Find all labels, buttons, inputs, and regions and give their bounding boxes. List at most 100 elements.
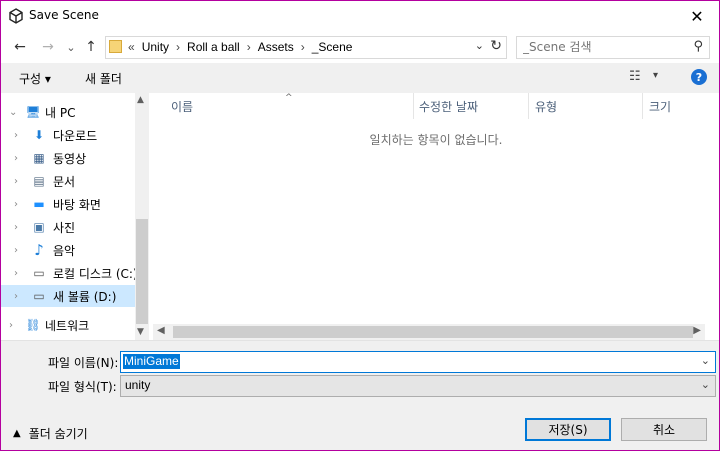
- column-header-name[interactable]: 이름: [171, 93, 193, 119]
- network-icon: ⛓: [25, 318, 41, 332]
- close-icon: ✕: [690, 6, 704, 26]
- breadcrumb-roll-a-ball[interactable]: Roll a ball: [187, 40, 240, 54]
- breadcrumb-separator[interactable]: ›: [247, 40, 251, 54]
- chevron-down-icon[interactable]: ⌄: [701, 378, 710, 391]
- column-header-size[interactable]: 크기: [649, 93, 671, 119]
- column-header-type[interactable]: 유형: [535, 93, 557, 119]
- computer-icon: 🖥: [25, 105, 41, 119]
- desktop-icon: ▬: [33, 197, 45, 211]
- breadcrumb-separator[interactable]: ›: [301, 40, 305, 54]
- folder-icon: [109, 40, 122, 53]
- window-title: Save Scene: [29, 8, 99, 22]
- chevron-up-icon: ▲: [13, 428, 21, 439]
- nav-item-label: 바탕 화면: [53, 197, 101, 212]
- search-box[interactable]: ⚲: [516, 36, 710, 59]
- sort-ascending-icon: ^: [285, 93, 293, 103]
- nav-item-label: 음악: [53, 243, 76, 258]
- save-scene-dialog: Save Scene ✕ ← → ⌄ ↑ « Unity › Roll a ba…: [0, 0, 720, 451]
- nav-item-local-disk-c[interactable]: › ▭ 로컬 디스크 (C:): [1, 262, 138, 284]
- breadcrumb-assets[interactable]: Assets: [258, 40, 294, 54]
- up-arrow-icon: ↑: [85, 39, 97, 55]
- forward-button[interactable]: →: [39, 38, 57, 56]
- scroll-left-icon[interactable]: ◀: [157, 325, 165, 336]
- filename-value[interactable]: MiniGame: [123, 354, 180, 369]
- nav-item-documents[interactable]: › ▤ 문서: [1, 170, 135, 192]
- pictures-icon: ▣: [33, 220, 45, 234]
- breadcrumb-unity[interactable]: Unity: [142, 40, 169, 54]
- filetype-select[interactable]: unity ⌄: [120, 375, 716, 397]
- nav-item-label: 다운로드: [53, 128, 98, 143]
- command-toolbar: 구성 ▾ 새 폴더 ☷ ▾ ?: [1, 63, 719, 93]
- scroll-right-icon[interactable]: ▶: [693, 325, 701, 336]
- music-icon: ♪: [34, 241, 44, 259]
- address-dropdown-icon[interactable]: ⌄: [475, 39, 484, 52]
- search-input[interactable]: [523, 39, 683, 55]
- cancel-button-label: 취소: [652, 423, 676, 437]
- column-header-date-modified[interactable]: 수정한 날짜: [419, 93, 478, 119]
- nav-item-videos[interactable]: › ▦ 동영상: [1, 147, 135, 169]
- scroll-up-icon[interactable]: ▲: [137, 95, 144, 105]
- back-button[interactable]: ←: [11, 38, 29, 56]
- cancel-button[interactable]: 취소: [621, 418, 707, 441]
- nav-item-network[interactable]: › ⛓ 네트워크: [1, 314, 135, 336]
- save-form: 파일 이름(N): MiniGame ⌄ 파일 형식(T): unity ⌄ ▲…: [1, 340, 719, 450]
- nav-item-new-volume-d[interactable]: › ▭ 새 볼륨 (D:): [1, 285, 135, 307]
- breadcrumb-separator[interactable]: ›: [176, 40, 180, 54]
- help-icon[interactable]: ?: [691, 69, 707, 85]
- save-button-label: 저장(S): [548, 423, 588, 437]
- close-button[interactable]: ✕: [675, 1, 719, 31]
- view-options-icon[interactable]: ☷: [629, 69, 641, 84]
- nav-item-downloads[interactable]: › ⬇ 다운로드: [1, 124, 135, 146]
- up-button[interactable]: ↑: [82, 38, 100, 56]
- column-divider[interactable]: [528, 93, 529, 119]
- view-dropdown-icon[interactable]: ▾: [653, 70, 658, 81]
- chevron-right-icon[interactable]: ›: [14, 199, 18, 210]
- breadcrumb-scene[interactable]: _Scene: [312, 40, 353, 54]
- nav-item-label: 문서: [53, 174, 76, 189]
- file-list-horizontal-scrollbar[interactable]: ◀ ▶: [153, 324, 705, 340]
- refresh-icon[interactable]: ↻: [490, 38, 502, 54]
- hide-folders-label: 폴더 숨기기: [28, 427, 88, 441]
- scroll-down-icon[interactable]: ▼: [137, 327, 144, 337]
- chevron-right-icon[interactable]: ›: [9, 320, 13, 331]
- back-arrow-icon: ←: [14, 39, 26, 55]
- video-icon: ▦: [33, 151, 45, 165]
- chevron-right-icon[interactable]: ›: [14, 291, 18, 302]
- chevron-right-icon[interactable]: ›: [14, 268, 18, 279]
- nav-item-label: 동영상: [53, 151, 87, 166]
- save-button[interactable]: 저장(S): [525, 418, 611, 441]
- chevron-right-icon[interactable]: ›: [14, 176, 18, 187]
- nav-item-music[interactable]: › ♪ 음악: [1, 239, 135, 261]
- scrollbar-thumb[interactable]: [173, 326, 693, 338]
- search-icon[interactable]: ⚲: [693, 39, 703, 54]
- overflow-crumb[interactable]: «: [128, 40, 135, 54]
- breadcrumb: « Unity › Roll a ball › Assets › _Scene: [128, 40, 359, 54]
- chevron-right-icon[interactable]: ›: [14, 153, 18, 164]
- nav-item-my-pc[interactable]: ⌄ 🖥 내 PC: [1, 101, 135, 123]
- nav-item-desktop[interactable]: › ▬ 바탕 화면: [1, 193, 135, 215]
- organize-button[interactable]: 구성 ▾: [19, 70, 51, 87]
- column-divider[interactable]: [642, 93, 643, 119]
- new-folder-button[interactable]: 새 폴더: [85, 70, 122, 87]
- chevron-down-icon[interactable]: ⌄: [701, 354, 710, 367]
- column-divider[interactable]: [413, 93, 414, 119]
- unity-logo-icon: [9, 8, 23, 24]
- forward-arrow-icon: →: [42, 39, 54, 55]
- navigation-pane: ⌄ 🖥 내 PC › ⬇ 다운로드 › ▦ 동영상 › ▤ 문서 › ▬ 바탕 …: [1, 93, 149, 340]
- filetype-label: 파일 형식(T):: [48, 380, 117, 394]
- chevron-down-icon[interactable]: ⌄: [9, 107, 17, 118]
- nav-item-pictures[interactable]: › ▣ 사진: [1, 216, 135, 238]
- nav-pane-scrollbar[interactable]: ▲ ▼: [135, 93, 149, 340]
- hide-folders-toggle[interactable]: ▲ 폴더 숨기기: [13, 425, 88, 442]
- document-icon: ▤: [33, 174, 45, 188]
- address-bar[interactable]: « Unity › Roll a ball › Assets › _Scene …: [105, 36, 507, 59]
- chevron-right-icon[interactable]: ›: [14, 245, 18, 256]
- help-glyph: ?: [695, 70, 703, 84]
- chevron-down-icon: ⌄: [66, 40, 76, 54]
- title-bar: Save Scene ✕: [1, 1, 719, 31]
- filename-field[interactable]: MiniGame ⌄: [120, 351, 716, 373]
- chevron-right-icon[interactable]: ›: [14, 222, 18, 233]
- chevron-right-icon[interactable]: ›: [14, 130, 18, 141]
- recent-locations-button[interactable]: ⌄: [62, 38, 80, 56]
- scrollbar-thumb[interactable]: [136, 219, 148, 324]
